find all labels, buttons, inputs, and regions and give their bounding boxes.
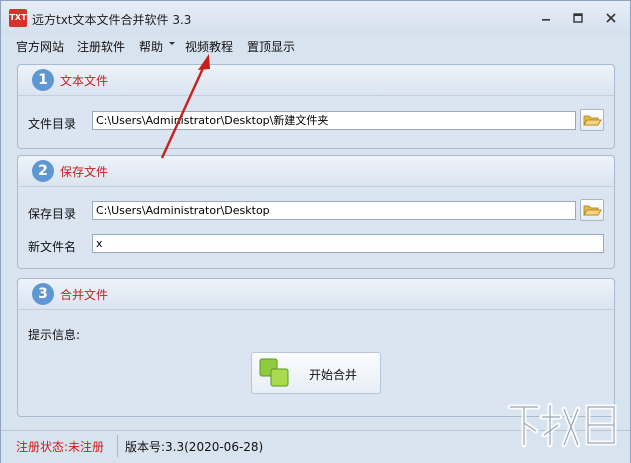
download-site-watermark (507, 402, 617, 448)
annotation-arrow-icon (160, 54, 210, 159)
